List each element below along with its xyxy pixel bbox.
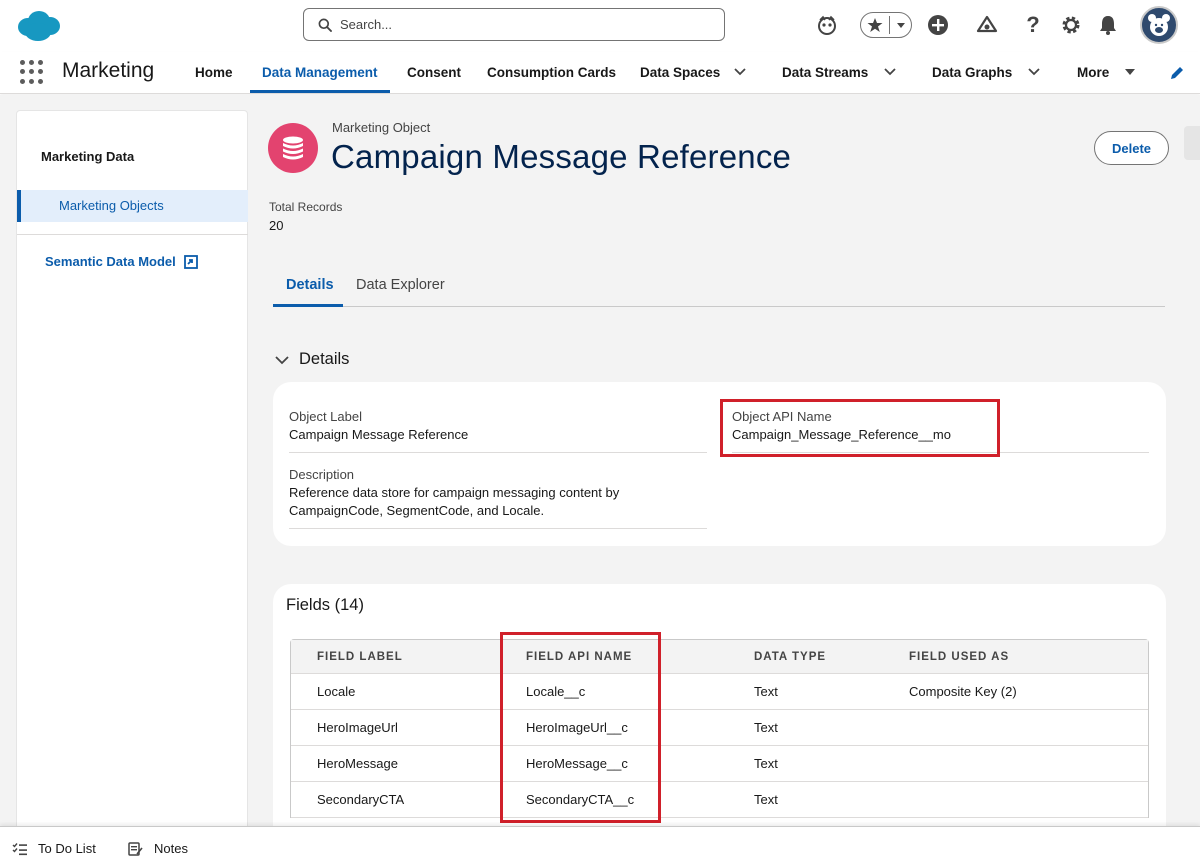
cell-data-type: Text: [754, 792, 778, 807]
fields-card: Fields (14) FIELD LABEL FIELD API NAME D…: [273, 584, 1166, 844]
favorites-dropdown-icon[interactable]: [895, 19, 907, 31]
column-header-field-label[interactable]: FIELD LABEL: [317, 651, 403, 663]
details-section-header[interactable]: Details: [274, 350, 349, 369]
einstein-icon[interactable]: [814, 12, 840, 38]
utility-bar: To Do List Notes: [0, 826, 1200, 867]
api-name-highlight-box: [720, 399, 1000, 457]
sidebar-item-label: Marketing Objects: [59, 198, 164, 213]
field-divider: [289, 528, 707, 529]
details-section-title: Details: [299, 350, 350, 368]
nav-item-data-management[interactable]: Data Management: [262, 65, 378, 80]
semantic-data-model-label: Semantic Data Model: [45, 254, 176, 269]
search-placeholder: Search...: [340, 17, 393, 32]
trailhead-icon[interactable]: [974, 12, 1000, 38]
data-graphs-chevron-down-icon[interactable]: [1026, 64, 1042, 80]
more-dropdown-icon[interactable]: [1122, 64, 1138, 80]
help-icon[interactable]: ?: [1020, 12, 1046, 38]
nav-item-data-streams[interactable]: Data Streams: [782, 65, 868, 80]
field-divider: [289, 452, 707, 453]
tab-details[interactable]: Details: [286, 277, 334, 293]
object-type-label: Marketing Object: [332, 120, 431, 135]
description-value-line-2: CampaignCode, SegmentCode, and Locale.: [289, 503, 545, 518]
column-header-data-type[interactable]: DATA TYPE: [754, 651, 826, 663]
record-page: Marketing Object Campaign Message Refere…: [256, 110, 1200, 844]
cell-data-type: Text: [754, 720, 778, 735]
global-header: Search... ?: [0, 0, 1200, 52]
semantic-data-model-link[interactable]: Semantic Data Model: [45, 254, 198, 269]
active-tab-indicator: [273, 304, 343, 307]
nav-item-more[interactable]: More: [1077, 65, 1109, 80]
object-label-value: Campaign Message Reference: [289, 427, 469, 442]
panel-collapse-handle[interactable]: [1184, 126, 1200, 160]
description-field: Description Reference data store for cam…: [289, 466, 619, 520]
cell-data-type: Text: [754, 756, 778, 771]
user-avatar-icon[interactable]: [1140, 6, 1178, 44]
favorite-star-icon[interactable]: [867, 17, 883, 33]
page-title: Campaign Message Reference: [331, 138, 792, 175]
active-nav-indicator: [250, 90, 390, 93]
add-icon[interactable]: [925, 12, 951, 38]
api-name-column-highlight-box: [500, 632, 661, 823]
fields-table: FIELD LABEL FIELD API NAME DATA TYPE FIE…: [290, 639, 1149, 818]
total-records-value: 20: [269, 218, 284, 233]
delete-button[interactable]: Delete: [1094, 131, 1169, 165]
todo-list-button[interactable]: To Do List: [12, 841, 96, 856]
cell-field-used-as: Composite Key (2): [909, 684, 1017, 699]
data-streams-chevron-down-icon[interactable]: [882, 64, 898, 80]
column-header-field-used-as[interactable]: FIELD USED AS: [909, 651, 1009, 663]
fields-title: Fields (14): [286, 596, 364, 614]
notifications-bell-icon[interactable]: [1095, 12, 1121, 38]
search-icon: [318, 18, 332, 32]
object-label-field: Object Label Campaign Message Reference: [289, 408, 468, 444]
nav-item-data-spaces[interactable]: Data Spaces: [640, 65, 720, 80]
global-search-input[interactable]: Search...: [303, 8, 725, 41]
sidebar-item-marketing-objects[interactable]: Marketing Objects: [17, 190, 248, 222]
app-name: Marketing: [62, 59, 155, 82]
nav-item-consumption-cards[interactable]: Consumption Cards: [487, 65, 616, 80]
cell-field-label: Locale: [317, 684, 356, 699]
table-row[interactable]: SecondaryCTA SecondaryCTA__c Text: [291, 782, 1148, 818]
nav-item-data-graphs[interactable]: Data Graphs: [932, 65, 1012, 80]
sidebar-divider: [17, 234, 248, 235]
table-row[interactable]: HeroMessage HeroMessage__c Text: [291, 746, 1148, 782]
app-launcher-icon[interactable]: [20, 60, 44, 84]
notes-icon: [128, 841, 143, 856]
details-card: Object Label Campaign Message Reference …: [273, 382, 1166, 546]
external-link-icon: [183, 254, 198, 269]
notes-label: Notes: [154, 841, 188, 856]
sidebar-title: Marketing Data: [41, 149, 135, 164]
todo-list-label: To Do List: [38, 841, 96, 856]
edit-pencil-icon[interactable]: [1168, 64, 1186, 82]
description-value-line-1: Reference data store for campaign messag…: [289, 485, 620, 500]
cell-field-label: HeroImageUrl: [317, 720, 398, 735]
cell-field-label: HeroMessage: [317, 756, 398, 771]
todo-list-icon: [12, 842, 27, 855]
cell-data-type: Text: [754, 684, 778, 699]
object-label-label: Object Label: [289, 409, 362, 424]
table-row[interactable]: HeroImageUrl HeroImageUrl__c Text: [291, 710, 1148, 746]
table-row[interactable]: Locale Locale__c Text Composite Key (2): [291, 674, 1148, 710]
notes-button[interactable]: Notes: [128, 841, 188, 856]
total-records-label: Total Records: [269, 200, 343, 214]
table-header: FIELD LABEL FIELD API NAME DATA TYPE FIE…: [291, 640, 1148, 674]
left-sidebar: Marketing Data Marketing Objects Semanti…: [16, 110, 248, 830]
chevron-down-icon: [275, 355, 289, 364]
cell-field-label: SecondaryCTA: [317, 792, 405, 807]
nav-item-home[interactable]: Home: [195, 65, 233, 80]
record-tabs: Details Data Explorer: [273, 270, 1165, 307]
svg-text:?: ?: [1026, 14, 1039, 36]
database-icon: [268, 123, 318, 173]
app-navigation-bar: Marketing Home Data Management Consent C…: [0, 52, 1200, 94]
nav-item-consent[interactable]: Consent: [407, 65, 461, 80]
tab-data-explorer[interactable]: Data Explorer: [356, 277, 445, 293]
salesforce-cloud-icon[interactable]: [14, 9, 62, 43]
description-label: Description: [289, 467, 355, 482]
favorites-button-group[interactable]: [860, 12, 912, 38]
setup-gear-icon[interactable]: [1058, 12, 1084, 38]
data-spaces-chevron-down-icon[interactable]: [732, 64, 748, 80]
